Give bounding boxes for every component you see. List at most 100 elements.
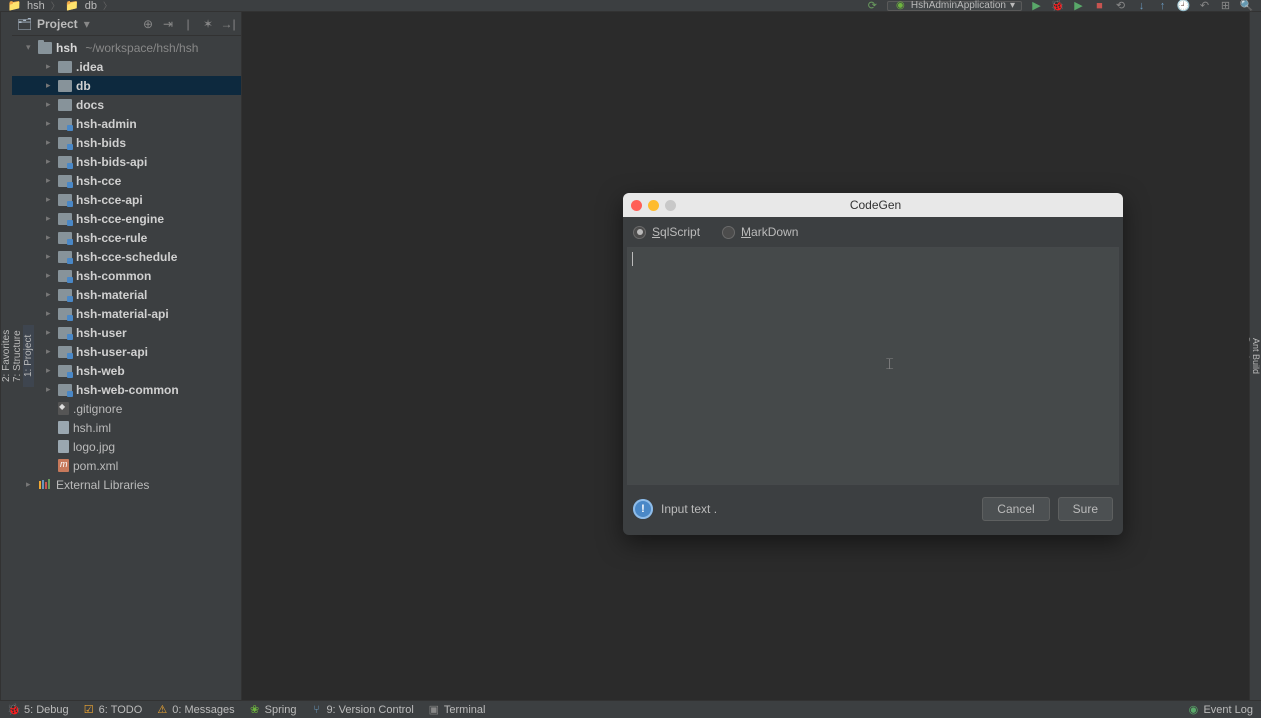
tree-item[interactable]: ▸ hsh-cce-api bbox=[12, 190, 241, 209]
search-icon[interactable]: 🔍 bbox=[1240, 0, 1253, 12]
status-todo[interactable]: ☑6: TODO bbox=[83, 704, 143, 716]
gear-icon[interactable]: ✶ bbox=[201, 17, 215, 31]
tool-tab-project[interactable]: 1: Project bbox=[23, 325, 34, 387]
status-event-log[interactable]: ◉Event Log bbox=[1187, 704, 1253, 716]
module-folder-icon bbox=[58, 346, 72, 358]
radio-dot-icon bbox=[633, 226, 646, 239]
tree-item[interactable]: logo.jpg bbox=[12, 437, 241, 456]
locate-icon[interactable]: ⊕ bbox=[141, 17, 155, 31]
project-structure-icon[interactable]: ⊞ bbox=[1219, 0, 1232, 12]
project-tree[interactable]: ▾ hsh ~/workspace/hsh/hsh ▸ .idea ▸ db ▸… bbox=[12, 36, 241, 700]
radio-markdown[interactable]: MarkDown bbox=[722, 225, 798, 239]
arrow-collapsed-icon: ▸ bbox=[46, 327, 54, 338]
tree-external-libraries[interactable]: ▸ External Libraries bbox=[12, 475, 241, 494]
arrow-collapsed-icon: ▸ bbox=[46, 251, 54, 262]
debug-icon[interactable]: 🐞 bbox=[1051, 0, 1064, 12]
tree-item[interactable]: ▸ hsh-cce-engine bbox=[12, 209, 241, 228]
arrow-collapsed-icon: ▸ bbox=[46, 80, 54, 91]
sync-icon[interactable]: ⟳ bbox=[866, 0, 879, 12]
breadcrumb-item[interactable]: hsh bbox=[27, 0, 45, 12]
run-coverage-icon[interactable]: ▶ bbox=[1072, 0, 1085, 12]
tree-item[interactable]: ▸ hsh-cce bbox=[12, 171, 241, 190]
hide-icon[interactable]: →| bbox=[221, 17, 235, 31]
left-tool-gutter: 2: Favorites 7: Structure 1: Project bbox=[0, 12, 12, 700]
tree-label: hsh-user bbox=[76, 326, 127, 340]
tree-label: docs bbox=[76, 98, 104, 112]
hotswap-icon[interactable]: ⟲ bbox=[1114, 0, 1127, 12]
tree-path: ~/workspace/hsh/hsh bbox=[85, 41, 198, 55]
module-folder-icon bbox=[58, 270, 72, 282]
tree-label: hsh-material-api bbox=[76, 307, 169, 321]
codegen-dialog: CodeGen SqlScript MarkDown 𝙸 ! Input tex… bbox=[623, 193, 1123, 535]
vcs-update-icon[interactable]: ↓ bbox=[1135, 0, 1148, 12]
tool-tab-ant[interactable]: Ant Build bbox=[1251, 328, 1261, 384]
arrow-collapsed-icon: ▸ bbox=[46, 270, 54, 281]
tree-item[interactable]: hsh.iml bbox=[12, 418, 241, 437]
terminal-icon: ▣ bbox=[428, 704, 440, 716]
tree-item[interactable]: .gitignore bbox=[12, 399, 241, 418]
sure-button[interactable]: Sure bbox=[1058, 497, 1113, 521]
vcs-commit-icon[interactable]: ↑ bbox=[1156, 0, 1169, 12]
arrow-expanded-icon: ▾ bbox=[26, 42, 34, 53]
run-config-selector[interactable]: ◉ HshAdminApplication ▾ bbox=[887, 1, 1022, 11]
dialog-footer: ! Input text . Cancel Sure bbox=[623, 485, 1123, 535]
right-tool-gutter: Ant Build Database Maven Projects Bean V… bbox=[1249, 12, 1261, 700]
tree-label: hsh-cce-api bbox=[76, 193, 143, 207]
status-spring[interactable]: ❀Spring bbox=[249, 704, 297, 716]
status-vcs[interactable]: ⑂9: Version Control bbox=[310, 704, 413, 716]
chevron-down-icon[interactable]: ▾ bbox=[84, 17, 90, 31]
arrow-collapsed-icon: ▸ bbox=[46, 137, 54, 148]
tree-item[interactable]: ▸ hsh-common bbox=[12, 266, 241, 285]
tree-item[interactable]: ▸ hsh-web bbox=[12, 361, 241, 380]
tree-item[interactable]: ▸ .idea bbox=[12, 57, 241, 76]
tree-label: hsh-cce-schedule bbox=[76, 250, 177, 264]
tree-item[interactable]: ▸ hsh-cce-rule bbox=[12, 228, 241, 247]
tree-label: External Libraries bbox=[56, 478, 149, 492]
tree-item[interactable]: ▸ hsh-user bbox=[12, 323, 241, 342]
breadcrumb-item[interactable]: db bbox=[85, 0, 97, 12]
tree-label: pom.xml bbox=[73, 459, 118, 473]
tool-tab-favorites[interactable]: 2: Favorites bbox=[1, 320, 12, 392]
dialog-titlebar[interactable]: CodeGen bbox=[623, 193, 1123, 217]
code-input[interactable]: 𝙸 bbox=[627, 247, 1119, 485]
module-folder-icon bbox=[58, 156, 72, 168]
collapse-icon[interactable]: ⇥ bbox=[161, 17, 175, 31]
run-icon[interactable]: ▶ bbox=[1030, 0, 1043, 12]
revert-icon[interactable]: ↶ bbox=[1198, 0, 1211, 12]
status-terminal[interactable]: ▣Terminal bbox=[428, 704, 486, 716]
tree-item[interactable]: ▸ hsh-material-api bbox=[12, 304, 241, 323]
tree-root[interactable]: ▾ hsh ~/workspace/hsh/hsh bbox=[12, 38, 241, 57]
folder-icon bbox=[58, 99, 72, 111]
tree-item[interactable]: ▸ hsh-cce-schedule bbox=[12, 247, 241, 266]
spring-icon: ◉ bbox=[894, 0, 907, 12]
tree-item[interactable]: ▸ docs bbox=[12, 95, 241, 114]
tree-item[interactable]: ▸ hsh-user-api bbox=[12, 342, 241, 361]
tool-tab-structure[interactable]: 7: Structure bbox=[12, 320, 23, 392]
vcs-history-icon[interactable]: 🕘 bbox=[1177, 0, 1190, 12]
stop-icon[interactable]: ■ bbox=[1093, 0, 1106, 12]
tree-item[interactable]: pom.xml bbox=[12, 456, 241, 475]
tree-item[interactable]: ▸ hsh-bids-api bbox=[12, 152, 241, 171]
tree-item[interactable]: ▸ hsh-web-common bbox=[12, 380, 241, 399]
status-debug[interactable]: 🐞5: Debug bbox=[8, 704, 69, 716]
status-messages[interactable]: ⚠0: Messages bbox=[156, 704, 234, 716]
tree-item[interactable]: ▸ hsh-material bbox=[12, 285, 241, 304]
cancel-button[interactable]: Cancel bbox=[982, 497, 1049, 521]
tree-label: hsh-user-api bbox=[76, 345, 148, 359]
tree-label: hsh-bids-api bbox=[76, 155, 147, 169]
tree-item[interactable]: ▸ hsh-admin bbox=[12, 114, 241, 133]
arrow-collapsed-icon: ▸ bbox=[46, 156, 54, 167]
tree-item[interactable]: ▸ db bbox=[12, 76, 241, 95]
radio-sqlscript[interactable]: SqlScript bbox=[633, 225, 700, 239]
tree-item[interactable]: ▸ hsh-bids bbox=[12, 133, 241, 152]
tree-label: logo.jpg bbox=[73, 440, 115, 454]
arrow-none bbox=[46, 461, 54, 471]
arrow-collapsed-icon: ▸ bbox=[26, 479, 34, 490]
tree-label: hsh-bids bbox=[76, 136, 126, 150]
arrow-none bbox=[46, 442, 54, 452]
gitignore-file-icon bbox=[58, 402, 69, 415]
info-icon: ! bbox=[633, 499, 653, 519]
folder-icon bbox=[58, 80, 72, 92]
project-panel-header: 🗂 Project ▾ ⊕ ⇥ | ✶ →| bbox=[12, 12, 241, 36]
top-toolbar: 📁 hsh 〉 📁 db 〉 ⟳ ◉ HshAdminApplication ▾… bbox=[0, 0, 1261, 12]
